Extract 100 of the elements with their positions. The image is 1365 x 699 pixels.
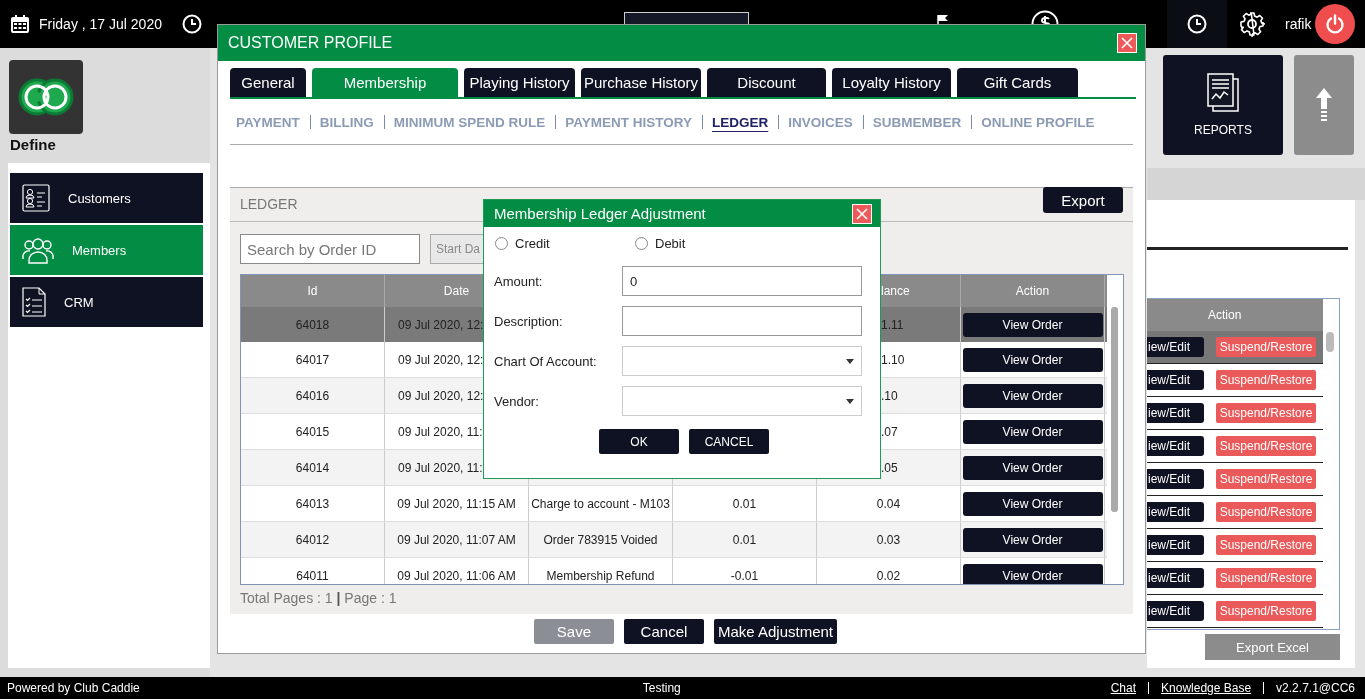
dropdown-field[interactable] — [622, 386, 862, 416]
view-edit-button[interactable]: iew/Edit — [1147, 535, 1204, 555]
table-cell: 64014 — [295, 460, 330, 475]
table-cell: 09 Jul 2020, 12: — [398, 388, 484, 403]
table-cell: 09 Jul 2020, 12: — [398, 352, 484, 367]
input-field[interactable] — [622, 306, 862, 336]
search-field[interactable]: Search by Order ID — [240, 234, 420, 264]
version-text: v2.2.7.1@CC6 — [1276, 681, 1355, 695]
view-edit-button[interactable]: iew/Edit — [1147, 403, 1204, 423]
sidebar-item[interactable]: Members — [10, 225, 203, 275]
action-button[interactable]: Make Adjustment — [713, 619, 838, 644]
view-order-button[interactable]: View Order — [962, 527, 1103, 552]
table-cell: -0.01 — [730, 568, 759, 583]
scrollbar-thumb[interactable] — [1326, 332, 1334, 352]
column-header: Action — [1015, 284, 1050, 298]
up-arrow-icon — [1315, 87, 1333, 123]
modal-title: CUSTOMER PROFILE — [228, 34, 394, 52]
power-button[interactable] — [1315, 4, 1355, 44]
subtab-link[interactable]: LEDGER — [712, 114, 769, 130]
checklist-icon — [22, 287, 46, 317]
calendar-icon — [10, 14, 30, 34]
settings-icon[interactable] — [1238, 11, 1265, 37]
view-order-button[interactable]: View Order — [962, 383, 1103, 408]
logo-icon — [9, 60, 83, 134]
view-edit-button[interactable]: iew/Edit — [1147, 337, 1204, 357]
view-edit-button[interactable]: iew/Edit — [1147, 370, 1204, 390]
table-cell: 1.10 — [881, 352, 905, 367]
table-cell: 0.03 — [876, 532, 901, 547]
scrollbar-thumb[interactable] — [1111, 307, 1118, 512]
table-cell: 1.11 — [881, 317, 904, 332]
table-cell: Order 783915 Voided — [543, 532, 658, 547]
close-button[interactable] — [1117, 33, 1137, 53]
footer-link[interactable]: Knowledge Base — [1161, 681, 1252, 695]
field-label: Chart Of Account: — [494, 353, 598, 369]
column-header: lance — [881, 284, 910, 298]
pagination-text: Total Pages : 1 | Page : 1 — [240, 590, 398, 606]
dialog-button[interactable]: OK — [599, 429, 679, 454]
field-label: Amount: — [494, 273, 544, 289]
column-header: Id — [307, 284, 318, 298]
tab[interactable]: General — [230, 68, 306, 97]
dialog-button[interactable]: CANCEL — [689, 429, 769, 454]
table-cell: 09 Jul 2020, 11:07 AM — [397, 532, 516, 547]
powered-by-text: Powered by Club Caddie — [7, 681, 140, 695]
table-cell: 64012 — [295, 532, 330, 547]
input-field[interactable]: 0 — [622, 266, 862, 296]
field-label: Description: — [494, 313, 564, 329]
field-label: Vendor: — [494, 393, 540, 409]
action-button[interactable]: Cancel — [623, 619, 704, 644]
view-edit-button[interactable]: iew/Edit — [1147, 601, 1204, 621]
dropdown-field[interactable] — [622, 346, 862, 376]
export-button[interactable]: Export — [1043, 187, 1123, 213]
table-cell: Charge to account - M103 — [531, 496, 670, 511]
tab[interactable]: Gift Cards — [957, 68, 1078, 97]
view-order-button[interactable]: View Order — [962, 455, 1103, 480]
environment-label: Testing — [642, 681, 681, 695]
table-cell: 64015 — [295, 424, 330, 439]
footer-link[interactable]: Chat — [1110, 681, 1137, 695]
tab[interactable]: Playing History — [464, 68, 575, 97]
view-order-button[interactable]: View Order — [962, 419, 1103, 444]
table-cell: .10 — [881, 388, 898, 403]
clock-icon — [1186, 14, 1207, 34]
sidebar-item[interactable]: Customers — [10, 173, 203, 223]
table-cell: 64011 — [296, 568, 329, 583]
table-cell: 0.02 — [876, 568, 901, 583]
view-edit-button[interactable]: iew/Edit — [1147, 436, 1204, 456]
close-button[interactable] — [852, 203, 872, 224]
reports-tile[interactable]: REPORTS — [1163, 55, 1283, 155]
column-header: Date — [443, 284, 470, 298]
table-cell: 09 Jul 2020, 11:15 AM — [397, 496, 516, 511]
history-button[interactable] — [1166, 0, 1227, 48]
radio-button[interactable] — [495, 237, 508, 250]
dialog-title: Membership Ledger Adjustment — [494, 205, 707, 222]
view-order-button[interactable]: View Order — [962, 563, 1103, 584]
table-cell: 64018 — [295, 317, 330, 332]
view-edit-button[interactable]: iew/Edit — [1147, 469, 1204, 489]
section-title: LEDGER — [240, 196, 299, 212]
tab[interactable]: Loyalty History — [832, 68, 951, 97]
view-edit-button[interactable]: iew/Edit — [1147, 502, 1204, 522]
view-edit-button[interactable]: iew/Edit — [1147, 568, 1204, 588]
caret-icon — [846, 398, 854, 404]
view-order-button[interactable]: View Order — [962, 491, 1103, 516]
view-order-button[interactable]: View Order — [962, 312, 1103, 337]
tab[interactable]: Membership — [312, 68, 458, 97]
table-cell: 0.04 — [876, 496, 901, 511]
view-order-button[interactable]: View Order — [962, 347, 1103, 372]
app-name: Define — [10, 136, 57, 153]
close-icon — [856, 207, 868, 220]
tab[interactable]: Discount — [707, 68, 826, 97]
start-date-field[interactable]: Start Da — [430, 234, 483, 264]
table-cell: 09 Jul 2020, 12: — [398, 317, 484, 332]
scroll-up-tile[interactable] — [1294, 55, 1354, 155]
toolbar-button[interactable] — [623, 12, 749, 24]
table-cell: 09 Jul 2020, 11: — [398, 424, 483, 439]
radio-label: Credit — [515, 236, 550, 251]
tab[interactable]: Purchase History — [581, 68, 701, 97]
sidebar-item[interactable]: CRM — [10, 277, 203, 327]
table-cell: .05 — [881, 460, 898, 475]
close-icon — [1121, 37, 1133, 49]
user-name: rafik — [1284, 16, 1312, 32]
radio-button[interactable] — [635, 237, 648, 250]
